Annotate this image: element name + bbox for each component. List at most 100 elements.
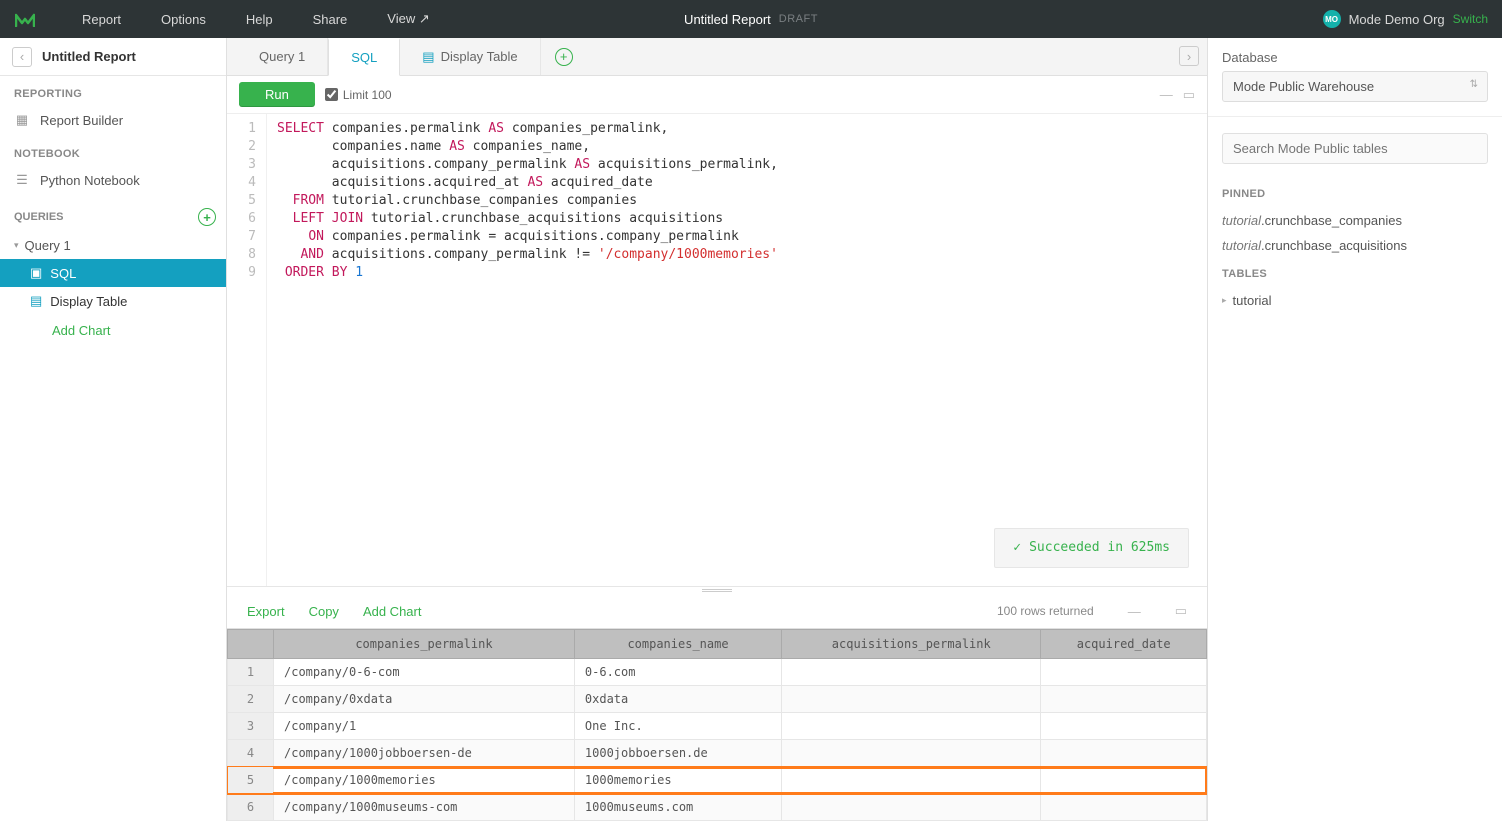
query-tabs: Query 1 SQL ▤ Display Table + › (227, 38, 1207, 76)
schema-search-input[interactable] (1222, 133, 1488, 164)
mode-logo[interactable] (14, 8, 36, 30)
status-text: Succeeded in 625ms (1029, 539, 1170, 557)
table-cell (782, 767, 1041, 794)
schema-name: tutorial (1233, 293, 1272, 308)
back-button[interactable]: ‹ (12, 47, 32, 67)
top-navbar: Report Options Help Share View ↗ Untitle… (0, 0, 1502, 38)
report-title: Untitled Report (684, 12, 771, 27)
table-cell (782, 659, 1041, 686)
limit-checkbox-input[interactable] (325, 88, 338, 101)
row-number: 3 (228, 713, 274, 740)
left-sidebar: ‹ Untitled Report REPORTING ▦ Report Bui… (0, 38, 227, 821)
report-builder-label: Report Builder (40, 113, 123, 128)
row-number: 4 (228, 740, 274, 767)
table-cell: One Inc. (574, 713, 781, 740)
menu-report[interactable]: Report (62, 12, 141, 27)
limit-label: Limit 100 (343, 88, 392, 102)
sql-editor[interactable]: 123456789 SELECT companies.permalink AS … (227, 114, 1207, 586)
menu-options[interactable]: Options (141, 12, 226, 27)
row-number: 6 (228, 794, 274, 821)
schema-tree-item[interactable]: ▸ tutorial (1222, 288, 1488, 313)
draft-badge: DRAFT (779, 13, 818, 25)
table-cell: /company/0xdata (274, 686, 575, 713)
table-cell (1041, 686, 1207, 713)
table-row[interactable]: 5/company/1000memories1000memories (228, 767, 1207, 794)
table-row[interactable]: 6/company/1000museums-com1000museums.com (228, 794, 1207, 821)
sidebar-add-chart[interactable]: Add Chart (0, 315, 226, 346)
table-cell (1041, 740, 1207, 767)
schema-panel: Database Mode Public Warehouse PINNED tu… (1207, 38, 1502, 821)
table-row[interactable]: 1/company/0-6-com0-6.com (228, 659, 1207, 686)
sidebar-query-1[interactable]: ▾ Query 1 (0, 232, 226, 259)
switch-org-link[interactable]: Switch (1453, 12, 1488, 26)
table-cell (782, 794, 1041, 821)
table-cell: 1000museums.com (574, 794, 781, 821)
tables-section: TABLES (1222, 268, 1488, 280)
results-table: companies_permalinkcompanies_nameacquisi… (227, 629, 1207, 821)
table-row[interactable]: 4/company/1000jobboersen-de1000jobboerse… (228, 740, 1207, 767)
add-query-button[interactable]: + (198, 208, 216, 226)
code-area[interactable]: SELECT companies.permalink AS companies_… (267, 114, 788, 586)
python-notebook-label: Python Notebook (40, 173, 140, 188)
tab-display-table[interactable]: ▤ Display Table (400, 38, 540, 75)
table-row[interactable]: 2/company/0xdata0xdata (228, 686, 1207, 713)
table-cell: /company/1000memories (274, 767, 575, 794)
add-tab-button[interactable]: + (555, 48, 573, 66)
copy-button[interactable]: Copy (309, 604, 339, 619)
column-header[interactable]: acquired_date (1041, 630, 1207, 659)
table-cell: 1000jobboersen.de (574, 740, 781, 767)
sidebar-report-builder[interactable]: ▦ Report Builder (0, 104, 226, 136)
table-cell (1041, 659, 1207, 686)
table-cell (782, 740, 1041, 767)
minimize-icon[interactable]: — (1160, 87, 1173, 103)
results-maximize-icon[interactable]: ▭ (1175, 603, 1187, 619)
pinned-table[interactable]: tutorial.crunchbase_companies (1222, 208, 1488, 233)
org-avatar[interactable]: MO (1323, 10, 1341, 28)
notebook-icon: ☰ (14, 172, 30, 188)
line-gutter: 123456789 (227, 114, 267, 586)
collapse-icon: ▾ (14, 240, 19, 251)
run-button[interactable]: Run (239, 82, 315, 107)
pinned-section: PINNED (1222, 188, 1488, 200)
table-cell: 0-6.com (574, 659, 781, 686)
table-cell: /company/0-6-com (274, 659, 575, 686)
section-notebook: NOTEBOOK (0, 136, 226, 164)
table-icon: ▤ (30, 293, 42, 309)
status-badge: ✓ Succeeded in 625ms (994, 528, 1189, 568)
expand-button[interactable]: › (1179, 46, 1199, 66)
org-name[interactable]: Mode Demo Org (1349, 12, 1445, 27)
sql-icon: ▣ (30, 265, 42, 281)
display-table-label: Display Table (50, 294, 127, 309)
presentation-icon: ▦ (14, 112, 30, 128)
table-cell: 0xdata (574, 686, 781, 713)
menu-share[interactable]: Share (293, 12, 368, 27)
sidebar-display-table[interactable]: ▤ Display Table (0, 287, 226, 315)
row-number: 1 (228, 659, 274, 686)
menu-help[interactable]: Help (226, 12, 293, 27)
rows-returned: 100 rows returned (997, 604, 1094, 618)
pane-splitter[interactable] (227, 586, 1207, 594)
add-chart-button[interactable]: Add Chart (363, 604, 422, 619)
column-header[interactable]: companies_name (574, 630, 781, 659)
table-cell (1041, 713, 1207, 740)
tab-sql[interactable]: SQL (328, 38, 400, 76)
expand-icon: ▸ (1222, 295, 1227, 306)
pinned-table[interactable]: tutorial.crunchbase_acquisitions (1222, 233, 1488, 258)
database-label: Database (1222, 50, 1488, 65)
database-select[interactable]: Mode Public Warehouse (1222, 71, 1488, 102)
sidebar-title: Untitled Report (42, 49, 136, 64)
table-cell (1041, 767, 1207, 794)
column-header[interactable]: companies_permalink (274, 630, 575, 659)
table-cell: /company/1000jobboersen-de (274, 740, 575, 767)
table-row[interactable]: 3/company/1One Inc. (228, 713, 1207, 740)
column-header[interactable]: acquisitions_permalink (782, 630, 1041, 659)
tab-query-1[interactable]: Query 1 (237, 38, 328, 75)
maximize-icon[interactable]: ▭ (1183, 87, 1195, 103)
sidebar-python-notebook[interactable]: ☰ Python Notebook (0, 164, 226, 196)
menu-view[interactable]: View ↗ (367, 11, 449, 27)
export-button[interactable]: Export (247, 604, 285, 619)
table-cell: 1000memories (574, 767, 781, 794)
sidebar-sql[interactable]: ▣ SQL (0, 259, 226, 287)
limit-checkbox[interactable]: Limit 100 (325, 88, 392, 102)
results-minimize-icon[interactable]: — (1128, 604, 1141, 619)
